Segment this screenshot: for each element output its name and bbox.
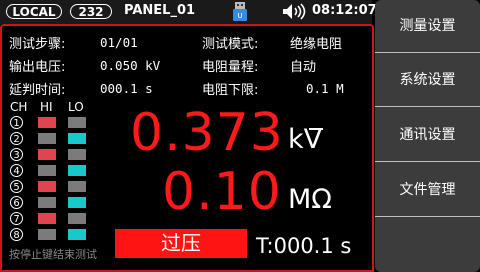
voltage-unit: kV <box>288 124 323 155</box>
address-badge[interactable]: 232 <box>70 4 112 19</box>
lo-indicator <box>68 181 86 192</box>
channel-number: 7 <box>10 212 23 225</box>
channel-number: 2 <box>10 132 23 145</box>
channel-number: 1 <box>10 116 23 129</box>
delay-label: 延判时间: <box>9 83 66 98</box>
step-value: 01/01 <box>100 35 138 50</box>
panel-name: PANEL_01 <box>124 3 196 18</box>
dc-bar-icon <box>309 128 323 130</box>
lo-indicator <box>68 117 86 128</box>
channel-number: 4 <box>10 164 23 177</box>
lo-indicator <box>68 149 86 160</box>
speaker-icon[interactable] <box>282 3 308 20</box>
lo-indicator <box>68 229 86 240</box>
delay-value: 000.1 s <box>100 81 153 96</box>
lo-indicator <box>68 133 86 144</box>
mode-value: 绝缘电阻 <box>290 37 343 52</box>
step-label: 测试步骤: <box>9 37 66 52</box>
menu-comm-settings[interactable]: 通讯设置 <box>375 109 480 162</box>
menu-measure-settings[interactable]: 测量设置 <box>375 0 480 53</box>
range-label: 电阻量程: <box>202 60 259 75</box>
side-menu: 测量设置 系统设置 通讯设置 文件管理 <box>375 0 480 272</box>
mode-label: 测试模式: <box>202 37 259 52</box>
hi-header: HI <box>40 100 53 114</box>
resistance-reading: 0.10 <box>162 162 282 222</box>
lower-limit-value: 0.1 M <box>306 81 344 96</box>
status-bar: LOCAL 232 PANEL_01 U 08:12:07 <box>0 0 377 24</box>
hint-text: 按停止键结束测试 <box>9 248 97 261</box>
lo-indicator <box>68 197 86 208</box>
range-value: 自动 <box>290 60 317 75</box>
hi-indicator <box>38 133 56 144</box>
hi-indicator <box>38 117 56 128</box>
hi-indicator <box>38 229 56 240</box>
svg-text:U: U <box>237 12 242 20</box>
channel-number: 8 <box>10 228 23 241</box>
channel-number: 3 <box>10 148 23 161</box>
voltage-reading: 0.373 <box>130 103 284 163</box>
channel-number: 5 <box>10 180 23 193</box>
lo-header: LO <box>68 100 84 114</box>
channel-number: 6 <box>10 196 23 209</box>
usb-icon: U <box>233 2 247 21</box>
voltage-label: 输出电压: <box>9 60 66 75</box>
channel-header: CH <box>10 100 28 114</box>
local-mode-badge[interactable]: LOCAL <box>6 4 62 19</box>
hi-indicator <box>38 213 56 224</box>
menu-file-management[interactable]: 文件管理 <box>375 164 480 217</box>
lower-limit-label: 电阻下限: <box>202 83 259 98</box>
hi-indicator <box>38 165 56 176</box>
clock: 08:12:07 <box>312 3 377 18</box>
resistance-unit: MΩ <box>288 184 332 215</box>
lo-indicator <box>68 213 86 224</box>
voltage-value: 0.050 kV <box>100 58 161 73</box>
hi-indicator <box>38 197 56 208</box>
lo-indicator <box>68 165 86 176</box>
hi-indicator <box>38 181 56 192</box>
result-status-box: 过压 <box>115 229 247 258</box>
test-timer: T:000.1 s <box>256 234 352 258</box>
hi-indicator <box>38 149 56 160</box>
menu-system-settings[interactable]: 系统设置 <box>375 54 480 107</box>
